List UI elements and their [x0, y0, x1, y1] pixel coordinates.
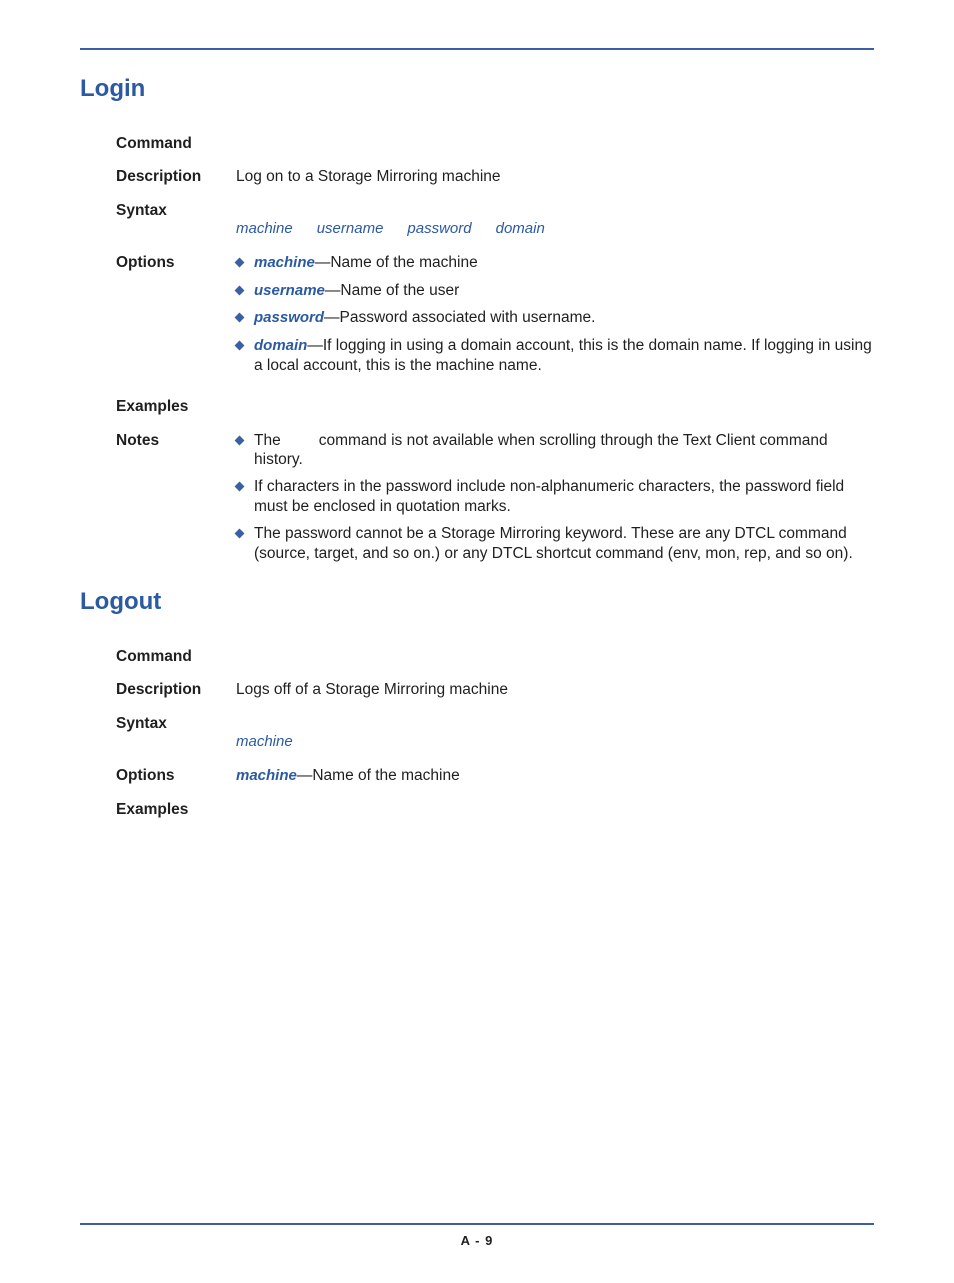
label-examples: Examples [116, 397, 236, 416]
option-desc: —Name of the machine [315, 254, 478, 271]
label-command: Command [116, 134, 236, 153]
note-text: The password cannot be a Storage Mirrori… [254, 525, 853, 561]
value-options: machine—Name of the machine username—Nam… [236, 253, 874, 383]
login-title: Login [80, 74, 874, 104]
option-desc: —Name of the machine [297, 767, 460, 784]
logout-block: Command Description Logs off of a Storag… [116, 647, 874, 819]
logout-examples-row: Examples [116, 800, 874, 819]
login-examples-row: Examples [116, 397, 874, 416]
note-text: If characters in the password include no… [254, 478, 844, 514]
label-options: Options [116, 766, 236, 785]
bottom-rule [80, 1223, 874, 1225]
label-description: Description [116, 680, 236, 699]
label-description: Description [116, 167, 236, 186]
top-rule [80, 48, 874, 50]
label-syntax: Syntax [116, 714, 236, 733]
option-key: domain [254, 337, 307, 354]
syntax-param: machine [236, 733, 293, 752]
syntax-param: domain [496, 220, 545, 239]
option-key: password [254, 309, 324, 326]
option-key: machine [236, 767, 297, 784]
note-text-part: The [254, 432, 281, 449]
login-description-row: Description Log on to a Storage Mirrorin… [116, 167, 874, 186]
note-item: The password cannot be a Storage Mirrori… [236, 524, 874, 563]
logout-title: Logout [80, 587, 874, 617]
value-syntax: machine username password domain [236, 201, 874, 239]
note-item: If characters in the password include no… [236, 477, 874, 516]
note-text-part: command is not available when scrolling … [254, 432, 828, 468]
logout-description-row: Description Logs off of a Storage Mirror… [116, 680, 874, 699]
label-syntax: Syntax [116, 201, 236, 220]
logout-syntax-row: Syntax machine [116, 714, 874, 752]
syntax-param: username [317, 220, 384, 239]
option-item: machine—Name of the machine [236, 253, 874, 273]
option-desc: —Name of the user [325, 282, 459, 299]
login-block: Command Description Log on to a Storage … [116, 134, 874, 571]
option-item: username—Name of the user [236, 281, 874, 301]
value-options: machine—Name of the machine [236, 766, 874, 786]
option-item: domain—If logging in using a domain acco… [236, 336, 874, 375]
option-key: username [254, 282, 325, 299]
label-command: Command [116, 647, 236, 666]
login-command-row: Command [116, 134, 874, 153]
login-syntax-row: Syntax machine username password domain [116, 201, 874, 239]
syntax-param: password [407, 220, 471, 239]
value-syntax: machine [236, 714, 874, 752]
logout-options-row: Options machine—Name of the machine [116, 766, 874, 786]
note-item: Thecommand is not available when scrolli… [236, 431, 874, 470]
page-number: A - 9 [0, 1233, 954, 1249]
option-desc: —If logging in using a domain account, t… [254, 337, 872, 374]
option-desc: —Password associated with username. [324, 309, 595, 326]
option-key: machine [254, 254, 315, 271]
value-description: Logs off of a Storage Mirroring machine [236, 680, 874, 699]
label-examples: Examples [116, 800, 236, 819]
label-notes: Notes [116, 431, 236, 450]
value-notes: Thecommand is not available when scrolli… [236, 431, 874, 571]
login-notes-row: Notes Thecommand is not available when s… [116, 431, 874, 571]
option-item: password—Password associated with userna… [236, 308, 874, 328]
label-options: Options [116, 253, 236, 272]
login-options-row: Options machine—Name of the machine user… [116, 253, 874, 383]
logout-command-row: Command [116, 647, 874, 666]
page: Login Command Description Log on to a St… [0, 48, 954, 1283]
syntax-param: machine [236, 220, 293, 239]
value-description: Log on to a Storage Mirroring machine [236, 167, 874, 186]
